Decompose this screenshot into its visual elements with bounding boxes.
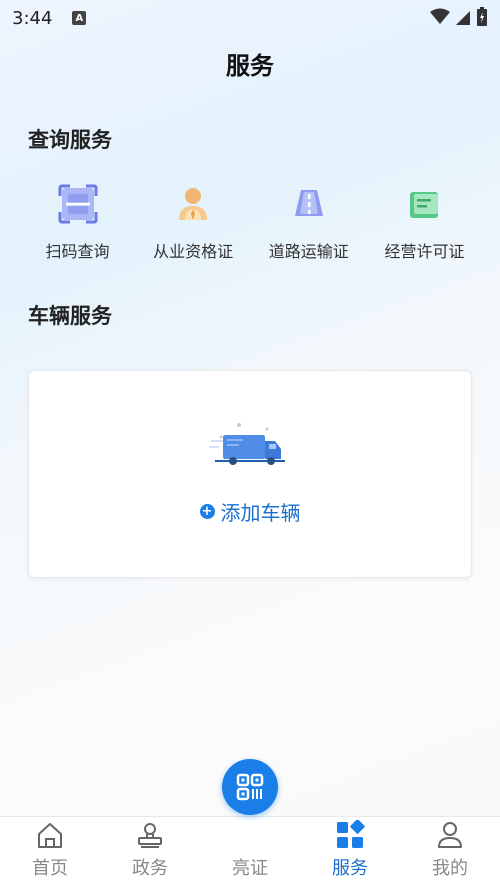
grid-icon <box>334 819 366 851</box>
tab-government[interactable]: 政务 <box>110 819 190 880</box>
tab-home[interactable]: 首页 <box>10 819 90 880</box>
qr-code-icon[interactable] <box>222 759 278 815</box>
page-title: 服务 <box>226 52 274 80</box>
tab-mine[interactable]: 我的 <box>410 819 490 880</box>
business-license-icon <box>400 180 448 228</box>
notification-icon: A <box>72 11 87 25</box>
stamp-icon <box>134 819 166 851</box>
status-bar: 3:44 A <box>0 0 500 36</box>
service-qualification[interactable]: 从业资格证 <box>136 180 251 270</box>
service-scan-query[interactable]: 扫码查询 <box>20 180 135 270</box>
scan-query-icon <box>54 180 102 228</box>
status-time: 3:44 <box>12 7 53 29</box>
service-label: 扫码查询 <box>45 242 110 261</box>
home-icon <box>34 819 66 851</box>
tab-label: 亮证 <box>232 858 268 879</box>
wifi-icon <box>430 8 450 24</box>
qualification-person-icon <box>169 180 217 228</box>
vehicle-card: + 添加车辆 <box>28 370 472 578</box>
add-circle-icon: + <box>199 504 215 519</box>
tab-show-certificate[interactable]: 亮证 <box>210 759 290 880</box>
signal-icon <box>456 11 470 25</box>
service-label: 道路运输证 <box>268 242 349 261</box>
truck-icon <box>209 419 289 475</box>
service-business-license[interactable]: 经营许可证 <box>367 180 482 270</box>
vehicle-services-title: 车辆服务 <box>28 304 112 328</box>
tab-services[interactable]: 服务 <box>310 819 390 880</box>
add-vehicle-button[interactable]: + 添加车辆 <box>29 497 471 526</box>
user-icon <box>434 819 466 851</box>
road-transport-icon <box>285 180 333 228</box>
tab-label: 政务 <box>132 858 168 879</box>
tab-label: 服务 <box>332 858 368 879</box>
service-label: 从业资格证 <box>153 242 234 261</box>
battery-charging-icon <box>477 7 487 26</box>
bottom-tab-bar: 首页 政务 亮证 服务 我的 <box>0 759 500 888</box>
query-services-title: 查询服务 <box>28 128 112 152</box>
status-icons <box>430 7 488 27</box>
service-label: 经营许可证 <box>384 242 465 261</box>
query-services-list: 扫码查询 从业资格证 道路运输证 经营许可证 <box>0 180 500 270</box>
add-vehicle-label: 添加车辆 <box>220 501 301 525</box>
tab-label: 我的 <box>432 858 468 879</box>
tab-label: 首页 <box>32 858 68 879</box>
service-road-transport[interactable]: 道路运输证 <box>251 180 366 270</box>
